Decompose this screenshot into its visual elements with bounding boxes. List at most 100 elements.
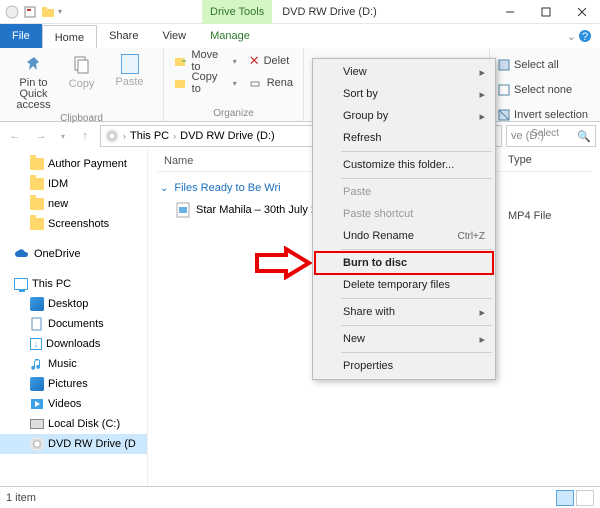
tab-manage[interactable]: Manage [198, 24, 262, 48]
ribbon-clipboard-group: Pin to Quick access Copy Paste Clipboard [0, 48, 164, 121]
tree-item-pictures[interactable]: Pictures [0, 374, 147, 394]
up-button[interactable]: ↑ [74, 125, 96, 147]
ctx-burn-to-disc[interactable]: Burn to disc [315, 252, 493, 274]
pc-icon [14, 278, 28, 290]
ctx-refresh[interactable]: Refresh [315, 127, 493, 149]
tree-item-desktop[interactable]: Desktop [0, 294, 147, 314]
minimize-button[interactable] [492, 0, 528, 24]
ctx-undo-rename[interactable]: Undo RenameCtrl+Z [315, 225, 493, 247]
selectall-icon [498, 59, 510, 71]
file-name: Star Mahila – 30th July 20 [196, 204, 323, 216]
ctx-paste: Paste [315, 181, 493, 203]
cloud-icon [14, 248, 30, 260]
recent-locations-button[interactable]: ▾ [56, 125, 70, 147]
submenu-arrow-icon: ▸ [479, 88, 485, 101]
tree-item-idm[interactable]: IDM [0, 174, 147, 194]
ctx-sharewith[interactable]: Share with▸ [315, 301, 493, 323]
ribbon-help: ⌄ ? [567, 24, 600, 48]
chevron-right-icon[interactable]: › [173, 131, 176, 141]
copyto-icon [174, 76, 188, 90]
tree-item-documents[interactable]: Documents [0, 314, 147, 334]
tree-item-screenshots[interactable]: Screenshots [0, 214, 147, 234]
ctx-groupby[interactable]: Group by▸ [315, 105, 493, 127]
icons-view-button[interactable] [576, 490, 594, 506]
help-icon[interactable]: ? [578, 29, 592, 43]
menu-separator [341, 325, 492, 326]
drive-icon [30, 419, 44, 429]
pin-quick-access-button[interactable]: Pin to Quick access [10, 50, 58, 111]
tree-item-authorpayments[interactable]: Author Payment [0, 154, 147, 174]
copy-to-button[interactable]: Copy to▾ [168, 72, 243, 94]
chevron-right-icon[interactable]: › [123, 131, 126, 141]
tree-item-downloads[interactable]: ↓Downloads [0, 334, 147, 354]
paste-button[interactable]: Paste [106, 50, 154, 111]
disc-icon [30, 437, 44, 451]
collapse-ribbon-icon[interactable]: ⌄ [567, 30, 576, 43]
invert-selection-button[interactable]: Invert selection [498, 104, 588, 126]
downloads-icon: ↓ [30, 338, 42, 350]
ctx-customize[interactable]: Customize this folder... [315, 154, 493, 176]
breadcrumb-thispc[interactable]: This PC [130, 130, 169, 142]
music-icon [30, 357, 44, 371]
menu-separator [341, 352, 492, 353]
paste-label: Paste [115, 76, 143, 88]
keyboard-shortcut: Ctrl+Z [458, 231, 486, 242]
ctx-sortby[interactable]: Sort by▸ [315, 83, 493, 105]
tree-item-onedrive[interactable]: OneDrive [0, 244, 147, 264]
tab-file[interactable]: File [0, 24, 42, 48]
ribbon: Pin to Quick access Copy Paste Clipboard… [0, 48, 600, 122]
clipboard-group-label: Clipboard [60, 111, 103, 126]
navigation-tree[interactable]: Author Payment IDM new Screenshots OneDr… [0, 150, 148, 486]
tree-item-new[interactable]: new [0, 194, 147, 214]
file-type-cell: MP4 File [508, 210, 551, 222]
tab-home[interactable]: Home [42, 25, 97, 49]
rename-button[interactable]: Rena [243, 72, 299, 94]
menu-separator [341, 178, 492, 179]
ctx-new[interactable]: New▸ [315, 328, 493, 350]
group-header-text: Files Ready to Be Wri [174, 182, 280, 194]
tree-item-localdisk[interactable]: Local Disk (C:) [0, 414, 147, 434]
submenu-arrow-icon: ▸ [479, 110, 485, 123]
annotation-arrow-icon [254, 246, 312, 280]
tab-share[interactable]: Share [97, 24, 150, 48]
delete-button[interactable]: ✕Delet [243, 50, 299, 72]
move-to-button[interactable]: Move to▾ [168, 50, 243, 72]
qat-dropdown-icon[interactable]: ▾ [58, 7, 62, 16]
folder-icon [30, 178, 44, 190]
tree-item-music[interactable]: Music [0, 354, 147, 374]
details-view-button[interactable] [556, 490, 574, 506]
videos-icon [30, 398, 44, 410]
submenu-arrow-icon: ▸ [479, 306, 485, 319]
tree-item-videos[interactable]: Videos [0, 394, 147, 414]
ctx-delete-temp[interactable]: Delete temporary files [315, 274, 493, 296]
context-menu: View▸ Sort by▸ Group by▸ Refresh Customi… [312, 58, 496, 380]
ctx-view[interactable]: View▸ [315, 61, 493, 83]
pin-label: Pin to Quick access [10, 78, 58, 111]
chevron-down-icon[interactable]: ⌄ [160, 183, 168, 194]
window-controls [492, 0, 600, 24]
new-folder-icon[interactable] [40, 4, 56, 20]
maximize-button[interactable] [528, 0, 564, 24]
back-button[interactable]: ← [4, 125, 26, 147]
forward-button[interactable]: → [30, 125, 52, 147]
close-button[interactable] [564, 0, 600, 24]
copy-button[interactable]: Copy [58, 50, 106, 111]
status-text: 1 item [6, 492, 36, 504]
tree-item-dvd[interactable]: DVD RW Drive (D [0, 434, 147, 454]
documents-icon [30, 317, 44, 331]
select-none-button[interactable]: Select none [498, 79, 588, 101]
breadcrumb-drive[interactable]: DVD RW Drive (D:) [180, 130, 275, 142]
menu-separator [341, 249, 492, 250]
view-switch [556, 490, 594, 506]
select-all-button[interactable]: Select all [498, 54, 588, 76]
col-name[interactable]: Name [164, 155, 193, 167]
ctx-properties[interactable]: Properties [315, 355, 493, 377]
copy-label: Copy [69, 78, 95, 90]
col-type[interactable]: Type [508, 154, 532, 166]
tab-view[interactable]: View [150, 24, 198, 48]
ctx-paste-shortcut: Paste shortcut [315, 203, 493, 225]
selectnone-icon [498, 84, 510, 96]
tree-item-thispc[interactable]: This PC [0, 274, 147, 294]
rename-icon [249, 76, 263, 90]
properties-icon[interactable] [22, 4, 38, 20]
